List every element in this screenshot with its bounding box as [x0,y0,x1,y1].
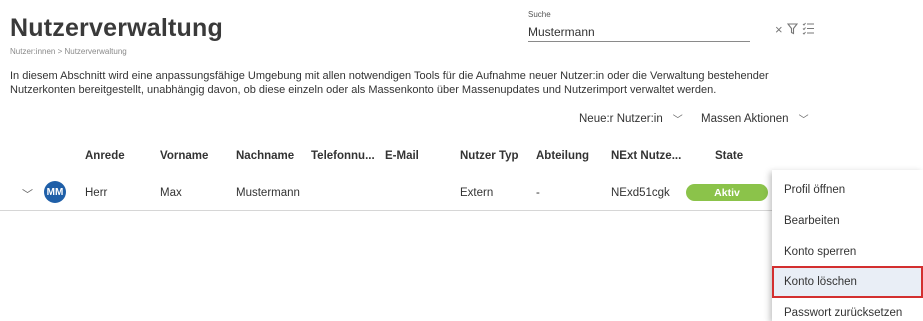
cell-nachname: Mustermann [236,187,300,199]
chevron-down-icon: ﹀ [672,115,683,126]
column-header-anrede[interactable]: Anrede [85,150,125,162]
column-header-state[interactable]: State [715,150,743,162]
column-header-telefon[interactable]: Telefonnu... [311,150,375,162]
column-header-nachname[interactable]: Nachname [236,150,294,162]
cell-abteilung: - [536,187,540,199]
new-user-label: Neue:r Nutzer:in [579,112,663,125]
column-header-abteilung[interactable]: Abteilung [536,150,589,162]
chevron-down-icon: ﹀ [798,115,809,126]
section-description: In diesem Abschnitt wird eine anpassungs… [10,70,769,96]
chevron-down-icon[interactable]: ﹀ [22,186,33,202]
filter-list-icon[interactable] [802,22,815,37]
menu-item-konto-loeschen[interactable]: Konto löschen [772,266,923,298]
column-header-next-nutzer[interactable]: NExt Nutze... [611,150,681,162]
column-header-email[interactable]: E-Mail [385,150,419,162]
mass-actions-label: Massen Aktionen [701,112,789,125]
search-label: Suche [528,10,551,19]
avatar: MM [44,181,66,203]
page-title: Nutzerverwaltung [10,14,223,42]
menu-item-konto-sperren[interactable]: Konto sperren [772,236,923,268]
cell-nutzer-typ: Extern [460,187,494,199]
search-area: Suche × [528,10,814,42]
cell-vorname: Max [160,187,182,199]
cell-anrede: Herr [85,187,108,199]
search-icons: × [775,22,815,37]
menu-item-passwort-zuruecksetzen[interactable]: Passwort zurücksetzen [772,297,923,321]
menu-item-bearbeiten[interactable]: Bearbeiten [772,205,923,237]
filter-icon[interactable] [786,22,798,37]
column-header-nutzer-typ[interactable]: Nutzer Typ [460,150,519,162]
menu-item-profil-oeffnen[interactable]: Profil öffnen [772,174,923,206]
close-icon[interactable]: × [775,23,783,36]
search-input[interactable] [528,23,750,42]
mass-actions-button[interactable]: Massen Aktionen ﹀ [701,111,809,127]
table-header: Anrede Vorname Nachname Telefonnu... E-M… [0,150,923,164]
context-menu: Profil öffnen Bearbeiten Konto sperren K… [772,170,923,321]
breadcrumb: Nutzer:innen > Nutzerverwaltung [10,47,127,56]
new-user-button[interactable]: Neue:r Nutzer:in ﹀ [579,111,683,127]
column-header-vorname[interactable]: Vorname [160,150,208,162]
status-badge: Aktiv [686,184,768,201]
cell-next-nutzer: NExd51cgk [611,187,670,199]
